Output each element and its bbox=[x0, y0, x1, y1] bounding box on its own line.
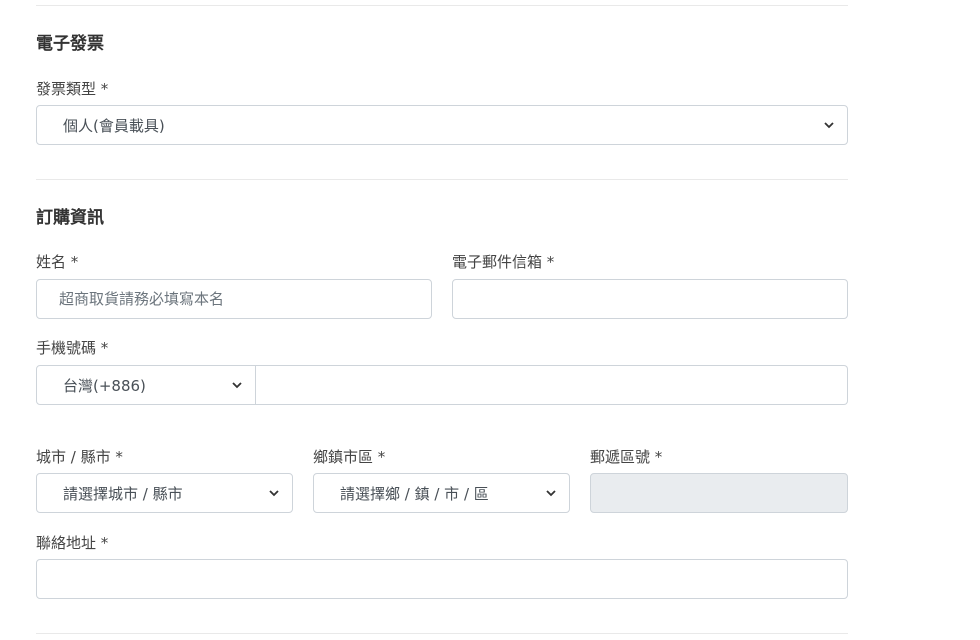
address-input[interactable] bbox=[36, 559, 848, 599]
section-divider-top bbox=[36, 5, 848, 6]
email-label: 電子郵件信箱 * bbox=[452, 253, 555, 271]
address-label: 聯絡地址 * bbox=[36, 534, 109, 552]
district-select[interactable]: 請選擇鄉 / 鎮 / 市 / 區 bbox=[313, 473, 570, 513]
district-label: 鄉鎮市區 * bbox=[313, 448, 386, 466]
district-value: 請選擇鄉 / 鎮 / 市 / 區 bbox=[340, 484, 489, 503]
city-value: 請選擇城市 / 縣市 bbox=[63, 484, 183, 503]
chevron-down-icon bbox=[546, 490, 556, 497]
email-input[interactable] bbox=[452, 279, 848, 319]
city-select[interactable]: 請選擇城市 / 縣市 bbox=[36, 473, 293, 513]
phone-number-input[interactable] bbox=[256, 365, 848, 405]
country-code-value: 台灣(+886) bbox=[63, 376, 146, 395]
country-code-select[interactable]: 台灣(+886) bbox=[36, 365, 256, 405]
name-label: 姓名 * bbox=[36, 253, 79, 271]
invoice-type-value: 個人(會員載具) bbox=[63, 116, 165, 135]
phone-label: 手機號碼 * bbox=[36, 339, 109, 357]
chevron-down-icon bbox=[269, 490, 279, 497]
section-divider-bottom bbox=[36, 633, 848, 634]
zip-code-input bbox=[590, 473, 848, 513]
section-divider-middle bbox=[36, 179, 848, 180]
invoice-type-select[interactable]: 個人(會員載具) bbox=[36, 105, 848, 145]
zip-label: 郵遞區號 * bbox=[590, 448, 663, 466]
invoice-type-label: 發票類型 * bbox=[36, 80, 109, 98]
city-label: 城市 / 縣市 * bbox=[36, 448, 123, 466]
chevron-down-icon bbox=[232, 382, 242, 389]
chevron-down-icon bbox=[824, 122, 834, 129]
order-section-title: 訂購資訊 bbox=[36, 208, 104, 228]
invoice-section-title: 電子發票 bbox=[36, 34, 104, 54]
name-input[interactable] bbox=[36, 279, 432, 319]
